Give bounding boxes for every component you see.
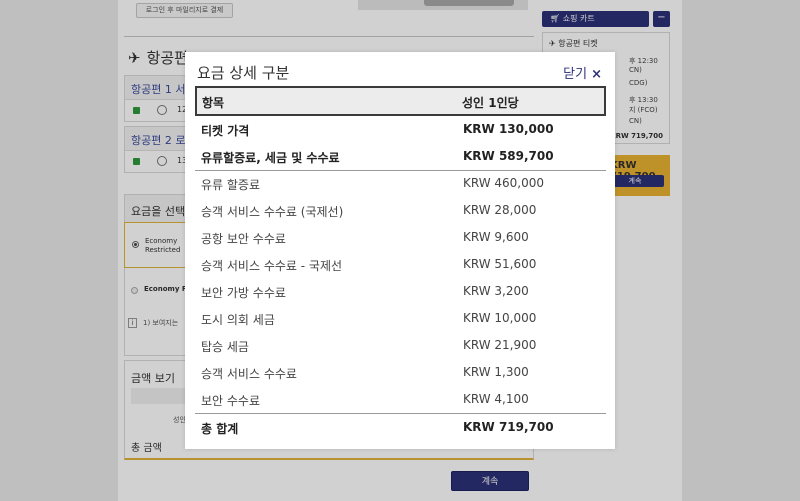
- table-row-grand-total: 총 합계 KRW 719,700: [195, 414, 606, 441]
- fare-breakdown-modal: 요금 상세 구분 닫기 × 항목 성인 1인당 티켓 가격 KRW 130,000…: [185, 52, 615, 449]
- row-item: 보안 수수료: [201, 394, 261, 408]
- table-row: 승객 서비스 수수료 (국제선) KRW 28,000: [195, 197, 606, 224]
- row-item: 유류할증료, 세금 및 수수료: [201, 151, 340, 165]
- table-row-surcharge-total: 유류할증료, 세금 및 수수료 KRW 589,700: [195, 143, 606, 170]
- modal-title: 요금 상세 구분: [197, 64, 290, 82]
- table-row: 공항 보안 수수료 KRW 9,600: [195, 224, 606, 251]
- table-header: 항목 성인 1인당: [195, 86, 606, 116]
- row-price: KRW 10,000: [463, 311, 537, 325]
- table-row-ticket-price: 티켓 가격 KRW 130,000: [195, 116, 606, 143]
- close-label: 닫기: [563, 67, 588, 82]
- table-row: 유류 할증료 KRW 460,000: [195, 170, 606, 197]
- total-price: KRW 719,700: [463, 420, 554, 434]
- row-price: KRW 51,600: [463, 257, 537, 271]
- row-price: KRW 4,100: [463, 392, 529, 406]
- row-price: KRW 28,000: [463, 203, 537, 217]
- row-item: 도시 의회 세금: [201, 313, 275, 327]
- col-item-header: 항목: [202, 96, 225, 110]
- close-button[interactable]: 닫기 ×: [563, 63, 602, 82]
- col-price-header: 성인 1인당: [462, 96, 519, 110]
- row-item: 공항 보안 수수료: [201, 232, 286, 246]
- row-price: KRW 130,000: [463, 122, 554, 136]
- table-row: 도시 의회 세금 KRW 10,000: [195, 305, 606, 332]
- row-price: KRW 3,200: [463, 284, 529, 298]
- close-icon: ×: [591, 67, 602, 82]
- row-item: 승객 서비스 수수료: [201, 367, 297, 381]
- row-price: KRW 460,000: [463, 176, 545, 190]
- table-row: 보안 수수료 KRW 4,100: [195, 386, 606, 413]
- row-price: KRW 589,700: [463, 149, 554, 163]
- table-row: 승객 서비스 수수료 KRW 1,300: [195, 359, 606, 386]
- row-price: KRW 1,300: [463, 365, 529, 379]
- row-item: 티켓 가격: [201, 124, 250, 138]
- row-item: 승객 서비스 수수료 - 국제선: [201, 259, 343, 273]
- table-row: 승객 서비스 수수료 - 국제선 KRW 51,600: [195, 251, 606, 278]
- row-price: KRW 21,900: [463, 338, 537, 352]
- table-row: 탑승 세금 KRW 21,900: [195, 332, 606, 359]
- row-price: KRW 9,600: [463, 230, 529, 244]
- table-row: 보안 가방 수수료 KRW 3,200: [195, 278, 606, 305]
- total-label: 총 합계: [201, 422, 239, 436]
- row-item: 유류 할증료: [201, 178, 261, 192]
- row-item: 승객 서비스 수수료 (국제선): [201, 205, 344, 219]
- row-item: 보안 가방 수수료: [201, 286, 286, 300]
- row-item: 탑승 세금: [201, 340, 249, 354]
